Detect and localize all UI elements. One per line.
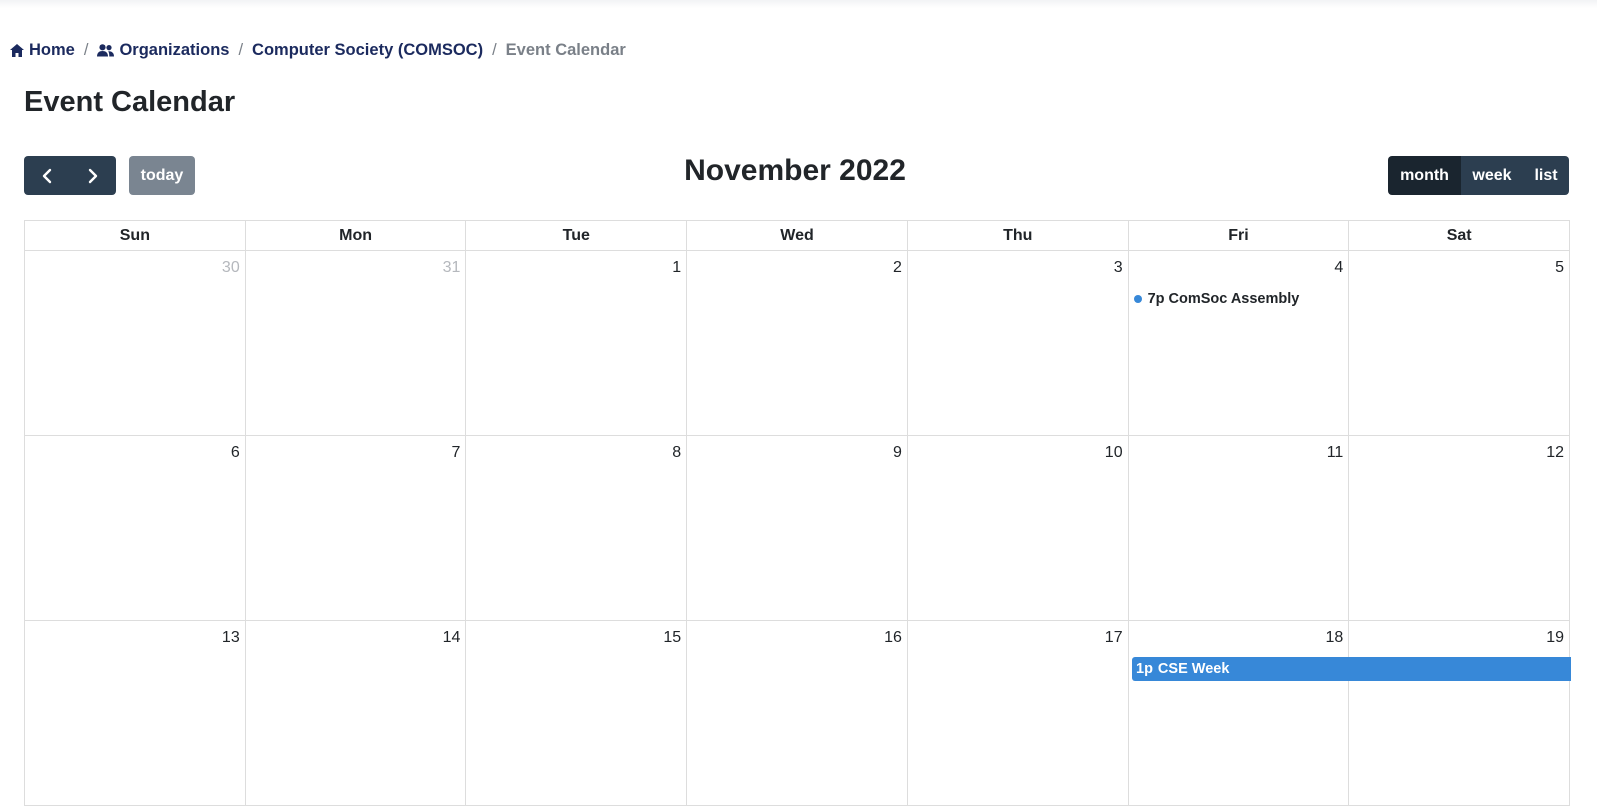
day-cell[interactable]: 7	[245, 436, 467, 621]
day-number[interactable]: 30	[222, 259, 240, 277]
breadcrumb-home-label: Home	[29, 40, 75, 59]
day-number[interactable]: 18	[1326, 629, 1344, 647]
event-cse-week[interactable]: 1p CSE Week	[1132, 657, 1571, 681]
breadcrumb-separator: /	[238, 40, 244, 59]
day-cell[interactable]: 12	[1349, 436, 1571, 621]
dow-wednesday: Wed	[687, 221, 908, 251]
dow-saturday: Sat	[1349, 221, 1571, 251]
day-cell[interactable]: 3	[907, 251, 1129, 436]
page-title: Event Calendar	[24, 86, 236, 118]
day-number[interactable]: 2	[893, 259, 902, 277]
event-comsoc-assembly[interactable]: 7p ComSoc Assembly	[1133, 291, 1300, 307]
day-cell[interactable]: 10	[907, 436, 1129, 621]
dow-friday: Fri	[1128, 221, 1350, 251]
breadcrumb-organization-label: Computer Society (COMSOC)	[252, 40, 484, 59]
day-cell[interactable]: 15	[466, 621, 688, 806]
day-number[interactable]: 1	[672, 259, 681, 277]
day-number[interactable]: 8	[672, 444, 681, 462]
breadcrumb: Home / Organizations / Computer Society …	[10, 40, 626, 60]
view-list-button[interactable]: list	[1523, 156, 1569, 195]
top-shadow-bar	[0, 0, 1597, 8]
day-number[interactable]: 19	[1546, 629, 1564, 647]
day-number[interactable]: 15	[663, 629, 681, 647]
breadcrumb-separator: /	[492, 40, 497, 59]
calendar-month-title: November 2022	[684, 154, 906, 187]
event-time: 1p	[1136, 661, 1153, 677]
day-cell[interactable]: 19	[1349, 621, 1571, 806]
day-number[interactable]: 5	[1555, 259, 1564, 277]
dow-tuesday: Tue	[466, 221, 688, 251]
day-number[interactable]: 10	[1105, 444, 1123, 462]
day-cell[interactable]: 11	[1128, 436, 1350, 621]
day-number[interactable]: 4	[1334, 259, 1343, 277]
day-cell[interactable]: 2	[687, 251, 908, 436]
day-cell[interactable]: 6	[25, 436, 246, 621]
day-number[interactable]: 13	[222, 629, 240, 647]
chevron-right-icon	[88, 168, 98, 183]
calendar-week-row: 13 14 15 16 17 18 19 1p CSE Week	[25, 621, 1571, 806]
calendar-week-row: 6 7 8 9 10 11 12	[25, 436, 1571, 621]
breadcrumb-home-link[interactable]: Home	[10, 41, 75, 60]
breadcrumb-current: Event Calendar	[505, 40, 626, 59]
users-icon	[97, 43, 115, 56]
event-title: CSE Week	[1157, 661, 1230, 677]
event-dot-icon	[1133, 295, 1142, 303]
day-number[interactable]: 16	[884, 629, 902, 647]
view-switcher: month week list	[1388, 156, 1569, 195]
dow-thursday: Thu	[907, 221, 1129, 251]
day-of-week-header: Sun Mon Tue Wed Thu Fri Sat	[25, 221, 1571, 251]
dow-monday: Mon	[245, 221, 467, 251]
view-week-button[interactable]: week	[1461, 156, 1523, 195]
month-calendar-grid: Sun Mon Tue Wed Thu Fri Sat 30 31 1 2 3 …	[24, 220, 1571, 806]
event-title: ComSoc Assembly	[1168, 291, 1300, 307]
today-button[interactable]: today	[129, 156, 195, 195]
view-month-button[interactable]: month	[1388, 156, 1461, 195]
day-cell[interactable]: 16	[687, 621, 908, 806]
day-cell[interactable]: 4 7p ComSoc Assembly	[1128, 251, 1350, 436]
day-number[interactable]: 14	[443, 629, 461, 647]
day-cell[interactable]: 8	[466, 436, 688, 621]
day-cell[interactable]: 13	[25, 621, 246, 806]
breadcrumb-organizations-label: Organizations	[119, 40, 230, 59]
day-cell[interactable]: 9	[687, 436, 908, 621]
day-cell[interactable]: 1	[466, 251, 688, 436]
day-number[interactable]: 11	[1327, 444, 1344, 462]
day-cell[interactable]: 30	[25, 251, 246, 436]
dow-sunday: Sun	[25, 221, 246, 251]
day-cell[interactable]: 14	[245, 621, 467, 806]
day-cell[interactable]: 17	[907, 621, 1129, 806]
day-cell[interactable]: 5	[1349, 251, 1571, 436]
day-number[interactable]: 31	[443, 259, 461, 277]
breadcrumb-separator: /	[83, 40, 89, 59]
prev-next-group	[24, 156, 116, 195]
prev-month-button[interactable]	[24, 156, 70, 195]
breadcrumb-organizations-link[interactable]: Organizations	[97, 41, 229, 60]
calendar-week-row: 30 31 1 2 3 4 7p ComSoc Assembly 5	[25, 251, 1571, 436]
day-number[interactable]: 17	[1105, 629, 1123, 647]
chevron-left-icon	[42, 168, 52, 183]
day-number[interactable]: 6	[231, 444, 240, 462]
next-month-button[interactable]	[70, 156, 116, 195]
day-cell[interactable]: 31	[245, 251, 467, 436]
event-time: 7p	[1147, 291, 1165, 307]
home-icon	[10, 43, 24, 57]
breadcrumb-organization-link[interactable]: Computer Society (COMSOC)	[252, 41, 483, 60]
day-cell[interactable]: 18	[1128, 621, 1350, 806]
day-number[interactable]: 9	[893, 444, 902, 462]
day-number[interactable]: 3	[1114, 259, 1123, 277]
day-number[interactable]: 7	[452, 444, 461, 462]
day-number[interactable]: 12	[1546, 444, 1564, 462]
